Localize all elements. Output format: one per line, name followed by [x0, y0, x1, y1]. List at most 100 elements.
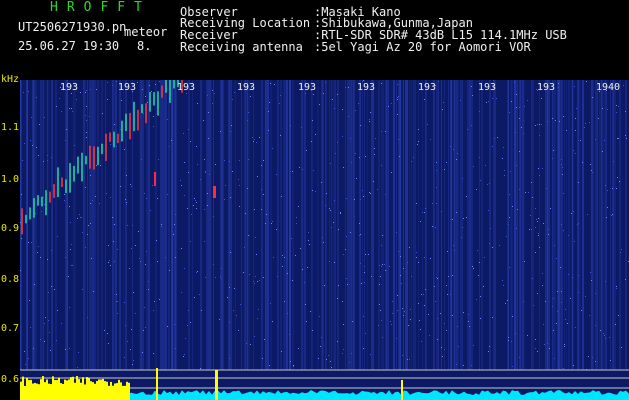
noise-dot	[125, 199, 126, 200]
noise-dot	[512, 366, 513, 367]
noise-dot	[44, 117, 45, 118]
noise-dot	[417, 144, 418, 145]
noise-dot	[397, 99, 398, 100]
noise-column	[94, 80, 95, 370]
noise-dot	[324, 285, 325, 286]
noise-dot	[186, 93, 187, 94]
noise-dot	[427, 124, 428, 125]
noise-dot	[274, 84, 275, 85]
x-tick: 193	[177, 82, 196, 93]
noise-dot	[82, 289, 83, 290]
noise-column	[303, 80, 304, 370]
noise-dot	[423, 294, 424, 295]
noise-dot	[306, 321, 307, 322]
noise-column	[213, 80, 214, 370]
noise-dot	[552, 306, 553, 307]
noise-dot	[549, 348, 550, 349]
level-bar	[126, 381, 128, 400]
noise-dot	[471, 86, 472, 87]
noise-dot	[535, 125, 536, 126]
noise-column	[312, 80, 313, 370]
noise-dot	[282, 255, 283, 256]
noise-dot	[519, 357, 520, 358]
noise-column	[267, 80, 269, 370]
noise-dot	[203, 120, 204, 121]
noise-dot	[418, 129, 419, 130]
noise-dot	[126, 175, 127, 176]
noise-column	[211, 80, 212, 370]
noise-dot	[312, 190, 313, 191]
noise-dot	[220, 131, 221, 132]
noise-dot	[552, 118, 553, 119]
noise-dot	[96, 165, 97, 166]
noise-dot	[238, 179, 239, 180]
noise-dot	[313, 94, 314, 95]
noise-dot	[220, 276, 221, 277]
noise-dot	[452, 275, 453, 276]
noise-dot	[116, 146, 117, 147]
noise-dot	[374, 154, 375, 155]
noise-dot	[231, 125, 232, 126]
noise-dot	[257, 176, 258, 177]
noise-dot	[379, 284, 380, 285]
noise-dot	[531, 182, 532, 183]
noise-dot	[309, 244, 310, 245]
noise-dot	[40, 257, 41, 258]
noise-dot	[311, 141, 312, 142]
noise-dot	[402, 355, 403, 356]
noise-dot	[306, 150, 307, 151]
noise-dot	[396, 232, 397, 233]
level-bar	[64, 379, 66, 400]
noise-dot	[280, 135, 281, 136]
noise-column	[325, 80, 326, 370]
noise-dot	[521, 127, 522, 128]
noise-dot	[537, 221, 538, 222]
noise-dot	[388, 106, 389, 107]
noise-dot	[153, 310, 154, 311]
noise-dot	[287, 313, 288, 314]
noise-dot	[334, 262, 335, 263]
noise-dot	[473, 268, 474, 269]
noise-dot	[621, 249, 622, 250]
noise-dot	[261, 165, 262, 166]
noise-column	[493, 80, 495, 370]
noise-dot	[232, 171, 233, 172]
noise-dot	[91, 258, 92, 259]
noise-dot	[492, 98, 493, 99]
meteor-head	[213, 186, 216, 198]
noise-dot	[305, 304, 306, 305]
noise-column	[461, 80, 462, 370]
noise-dot	[369, 119, 370, 120]
noise-dot	[350, 138, 351, 139]
noise-column	[168, 80, 170, 370]
level-bar	[32, 383, 34, 400]
noise-dot	[384, 264, 385, 265]
noise-dot	[187, 325, 188, 326]
noise-dot	[133, 292, 134, 293]
noise-dot	[489, 183, 490, 184]
noise-dot	[446, 285, 447, 286]
noise-dot	[397, 84, 398, 85]
x-tick: 193	[537, 82, 556, 93]
noise-dot	[565, 309, 566, 310]
noise-dot	[365, 156, 366, 157]
noise-dot	[369, 121, 370, 122]
noise-dot	[578, 275, 579, 276]
noise-dot	[85, 92, 86, 93]
noise-dot	[398, 96, 399, 97]
noise-dot	[537, 351, 538, 352]
noise-dot	[516, 107, 517, 108]
level-bar	[50, 384, 52, 400]
noise-column	[371, 80, 373, 370]
noise-dot	[595, 293, 596, 294]
noise-dot	[392, 313, 393, 314]
noise-dot	[535, 348, 536, 349]
noise-dot	[392, 301, 393, 302]
noise-dot	[120, 129, 121, 130]
noise-dot	[381, 266, 382, 267]
noise-dot	[224, 199, 225, 200]
noise-dot	[538, 218, 539, 219]
noise-column	[345, 80, 346, 370]
noise-dot	[249, 274, 250, 275]
noise-dot	[47, 155, 48, 156]
